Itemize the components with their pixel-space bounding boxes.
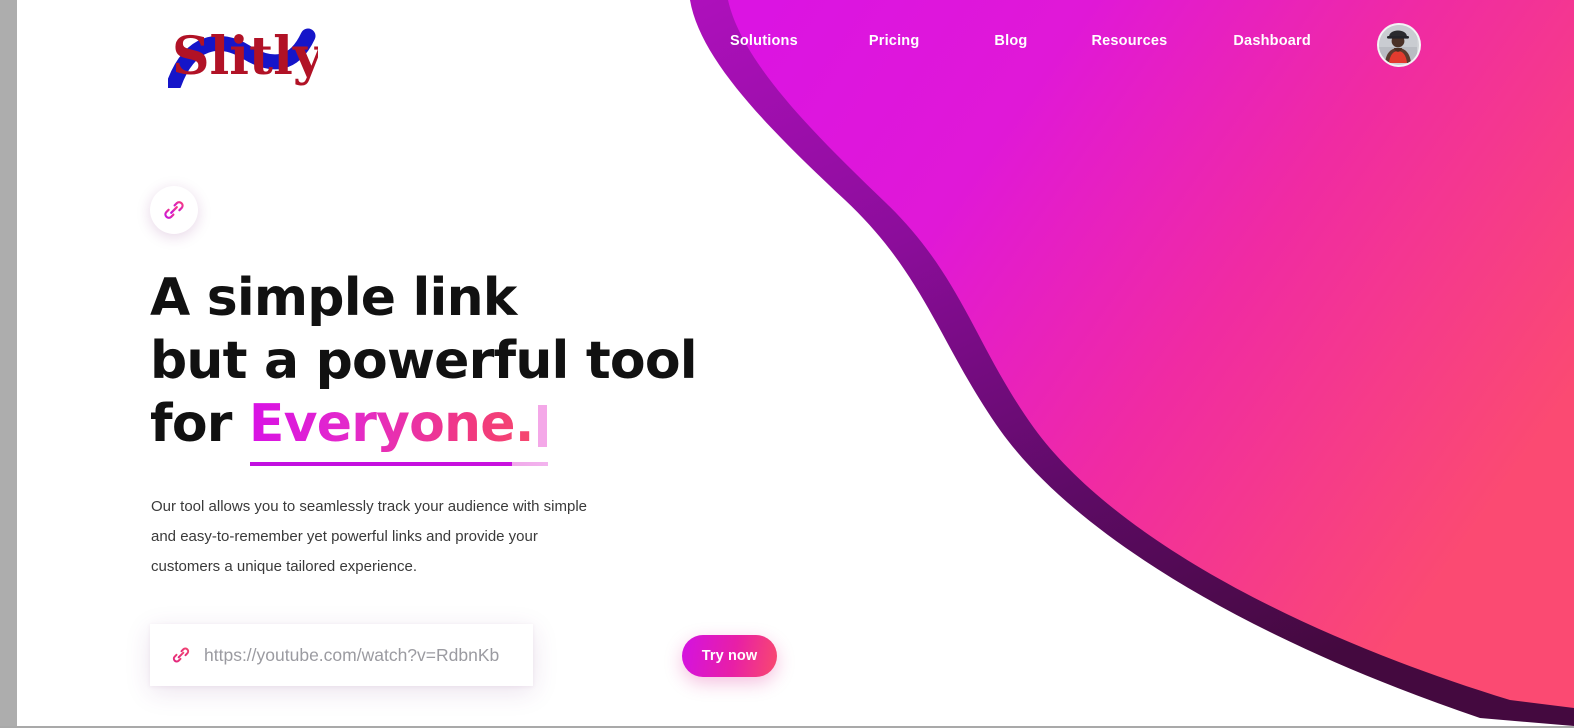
link-chain-badge xyxy=(150,186,198,234)
url-input[interactable] xyxy=(202,643,533,667)
link-chain-icon xyxy=(164,201,184,219)
nav-link-resources[interactable]: Resources xyxy=(1091,33,1167,49)
headline-line-3-prefix: for xyxy=(150,394,249,454)
headline-line-2: but a powerful tool xyxy=(150,331,698,391)
page-title: A simple link but a powerful tool for Ev… xyxy=(150,267,830,466)
headline-line-3: for Everyone. xyxy=(150,393,830,466)
try-now-button[interactable]: Try now xyxy=(682,635,777,677)
headline-highlight-wrap: Everyone. xyxy=(248,393,548,466)
nav-link-dashboard[interactable]: Dashboard xyxy=(1233,33,1311,49)
headline-highlight: Everyone. xyxy=(248,394,535,454)
headline-line-1: A simple link xyxy=(150,268,517,328)
page-root: Slitly Solutions Pricing Blog Resources … xyxy=(0,0,1574,728)
url-shorten-form: Try now xyxy=(150,624,777,686)
nav-link-pricing[interactable]: Pricing xyxy=(869,33,920,49)
nav-link-solutions[interactable]: Solutions xyxy=(730,33,798,49)
url-input-box[interactable] xyxy=(150,624,533,686)
link-chain-icon xyxy=(171,645,191,665)
typing-caret xyxy=(537,405,547,447)
hero-section: A simple link but a powerful tool for Ev… xyxy=(150,186,830,686)
nav-link-blog[interactable]: Blog xyxy=(994,33,1027,49)
headline-underline xyxy=(249,462,548,466)
svg-text:Slitly: Slitly xyxy=(172,26,318,87)
top-navbar: Slitly Solutions Pricing Blog Resources … xyxy=(0,0,1574,88)
avatar[interactable] xyxy=(1377,23,1421,67)
hero-subtext: Our tool allows you to seamlessly track … xyxy=(151,498,588,575)
vertical-scrollbar[interactable] xyxy=(0,0,17,728)
brand-logo[interactable]: Slitly xyxy=(168,22,318,88)
nav-links: Solutions Pricing Blog Resources Dashboa… xyxy=(700,33,1340,49)
